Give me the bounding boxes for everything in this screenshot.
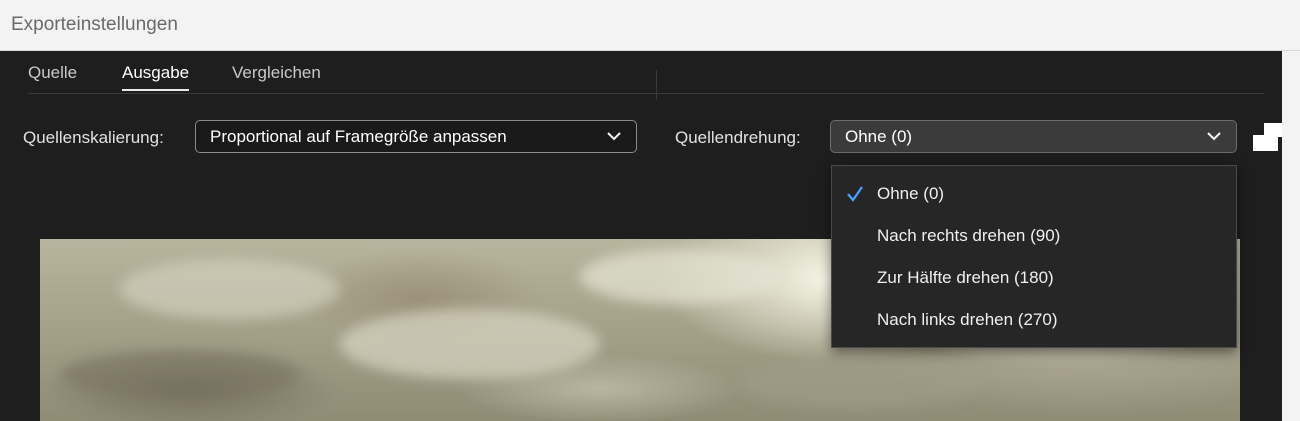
- scaling-select[interactable]: Proportional auf Framegröße anpassen: [195, 120, 637, 153]
- crop-corner-icon[interactable]: [1252, 121, 1282, 155]
- rotation-option-label: Zur Hälfte drehen (180): [877, 268, 1054, 287]
- export-settings-panel: Quelle Ausgabe Vergleichen Quellenskalie…: [0, 51, 1282, 421]
- tab-vergleichen[interactable]: Vergleichen: [232, 63, 321, 89]
- rotation-option-links[interactable]: Nach links drehen (270): [832, 299, 1236, 341]
- window-title: Exporteinstellungen: [11, 14, 178, 35]
- rotation-option-haelfte[interactable]: Zur Hälfte drehen (180): [832, 257, 1236, 299]
- rotation-option-label: Nach rechts drehen (90): [877, 226, 1061, 245]
- rotation-label: Quellendrehung:: [675, 128, 801, 147]
- rotation-option-rechts[interactable]: Nach rechts drehen (90): [832, 215, 1236, 257]
- rotation-option-label: Nach links drehen (270): [877, 310, 1058, 329]
- chevron-down-icon: [1207, 132, 1221, 141]
- scaling-label: Quellenskalierung:: [23, 128, 164, 147]
- rotation-value: Ohne (0): [845, 127, 913, 146]
- title-bar: Exporteinstellungen: [0, 0, 1300, 51]
- rotation-dropdown-menu: Ohne (0) Nach rechts drehen (90) Zur Häl…: [831, 165, 1237, 348]
- rotation-option-ohne[interactable]: Ohne (0): [832, 173, 1236, 215]
- tab-quelle[interactable]: Quelle: [28, 63, 77, 89]
- scaling-value: Proportional auf Framegröße anpassen: [210, 127, 507, 146]
- rotation-option-label: Ohne (0): [877, 184, 945, 203]
- checkmark-icon: [847, 186, 863, 202]
- window-edge: [1282, 51, 1300, 421]
- field-divider: [656, 70, 657, 100]
- tab-bar: Quelle Ausgabe Vergleichen: [28, 59, 1264, 94]
- chevron-down-icon: [607, 132, 621, 141]
- tab-ausgabe[interactable]: Ausgabe: [122, 63, 190, 91]
- rotation-select[interactable]: Ohne (0): [830, 120, 1237, 153]
